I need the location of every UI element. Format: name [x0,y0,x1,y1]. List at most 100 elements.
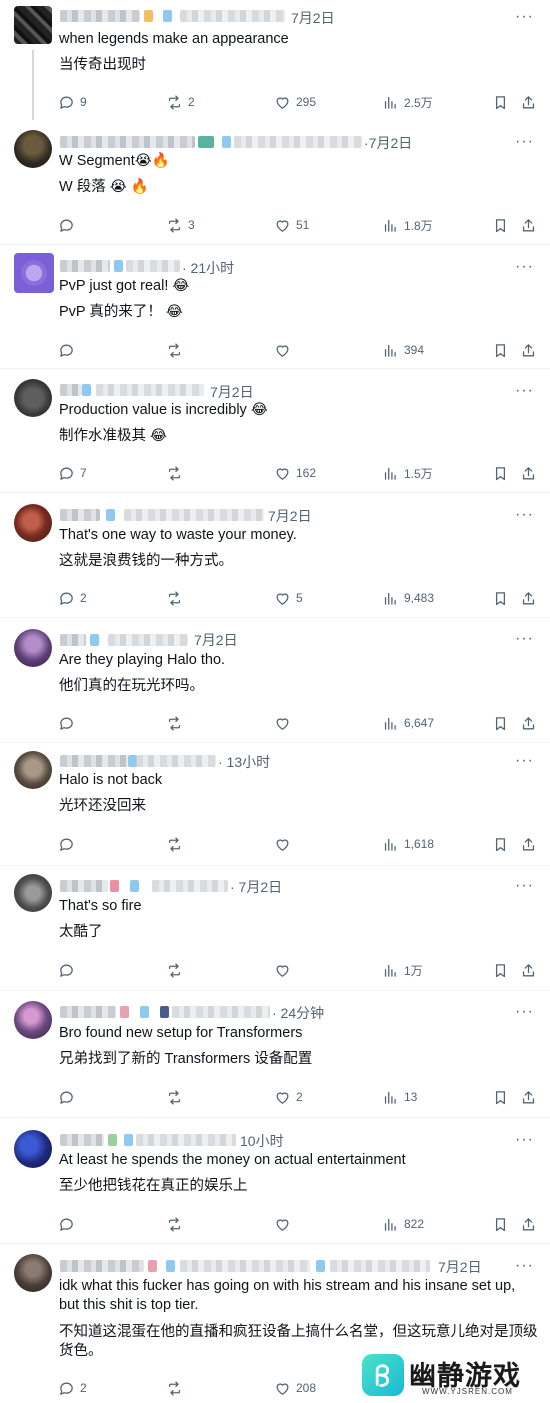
display-name[interactable] [60,880,108,892]
display-name[interactable] [60,509,100,521]
post-time[interactable]: · 21小时 [182,258,234,278]
views-button[interactable]: 2.5万 [382,92,433,112]
repost-button[interactable] [166,588,188,608]
bookmark-button[interactable] [492,834,509,854]
reply-button[interactable] [58,713,80,733]
repost-button[interactable] [166,1378,188,1398]
avatar[interactable] [14,379,52,417]
reply-item[interactable]: · 24分钟 ··· Bro found new setup for Trans… [0,991,550,1117]
more-icon[interactable]: ··· [515,1257,534,1275]
more-icon[interactable]: ··· [515,1131,534,1149]
reply-button[interactable]: 2 [58,588,87,608]
post-time[interactable]: ·7月2日 [364,133,412,153]
reply-button[interactable] [58,960,80,980]
more-icon[interactable]: ··· [515,258,534,276]
display-name[interactable] [60,260,110,272]
reply-item[interactable]: 7月2日 ··· That's one way to waste your mo… [0,493,550,617]
avatar[interactable] [14,6,52,44]
display-name[interactable] [60,1006,116,1018]
avatar[interactable] [14,874,52,912]
post-time[interactable]: 7月2日 [268,506,312,526]
share-button[interactable] [520,834,537,854]
more-icon[interactable]: ··· [515,630,534,648]
reply-item[interactable]: · 7月2日 ··· That's so fire 太酷了 1万 [0,866,550,990]
bookmark-button[interactable] [492,960,509,980]
like-button[interactable] [274,713,296,733]
reply-button[interactable]: 7 [58,463,87,483]
display-name[interactable] [60,1134,104,1146]
more-icon[interactable]: ··· [515,382,534,400]
repost-button[interactable] [166,713,188,733]
avatar[interactable] [14,130,52,168]
views-button[interactable]: 1.5万 [382,463,433,483]
like-button[interactable] [274,960,296,980]
views-button[interactable]: 1.8万 [382,215,433,235]
repost-button[interactable]: 3 [166,215,195,235]
post-time[interactable]: 7月2日 [291,8,335,28]
repost-button[interactable] [166,1087,188,1107]
post-time[interactable]: 10小时 [240,1131,284,1151]
avatar[interactable] [14,1130,52,1168]
display-name[interactable] [60,10,140,22]
avatar[interactable] [14,1254,52,1292]
reply-button[interactable] [58,340,80,360]
bookmark-button[interactable] [492,463,509,483]
views-button[interactable]: 1,618 [382,834,434,854]
share-button[interactable] [520,960,537,980]
post-time[interactable]: · 24分钟 [272,1003,324,1023]
reply-item[interactable]: · 13小时 ··· Halo is not back 光环还没回来 1,618 [0,743,550,865]
reply-button[interactable] [58,834,80,854]
like-button[interactable] [274,340,296,360]
reply-button[interactable] [58,1087,80,1107]
bookmark-button[interactable] [492,92,509,112]
post-time[interactable]: · 7月2日 [230,877,282,897]
like-button[interactable]: 162 [274,463,316,483]
bookmark-button[interactable] [492,1087,509,1107]
bookmark-button[interactable] [492,215,509,235]
repost-button[interactable] [166,463,188,483]
bookmark-button[interactable] [492,588,509,608]
more-icon[interactable]: ··· [515,877,534,895]
post-time[interactable]: 7月2日 [194,630,238,650]
avatar[interactable] [14,504,52,542]
like-button[interactable]: 51 [274,215,309,235]
reply-item[interactable]: 10小时 ··· At least he spends the money on… [0,1118,550,1243]
reply-item[interactable]: ·7月2日 ··· W Segment😭🔥 W 段落 😭 🔥 3 51 1.8万 [0,120,550,244]
views-button[interactable]: 6,647 [382,713,434,733]
repost-button[interactable] [166,340,188,360]
bookmark-button[interactable] [492,340,509,360]
repost-button[interactable]: 2 [166,92,195,112]
bookmark-button[interactable] [492,713,509,733]
avatar[interactable] [14,629,52,667]
like-button[interactable] [274,1214,296,1234]
share-button[interactable] [520,340,537,360]
like-button[interactable]: 5 [274,588,303,608]
share-button[interactable] [520,1087,537,1107]
avatar[interactable] [14,1001,52,1039]
more-icon[interactable]: ··· [515,8,534,26]
reply-button[interactable] [58,215,80,235]
views-button[interactable]: 13 [382,1087,417,1107]
display-name[interactable] [60,634,86,646]
more-icon[interactable]: ··· [515,133,534,151]
share-button[interactable] [520,463,537,483]
share-button[interactable] [520,92,537,112]
share-button[interactable] [520,713,537,733]
share-button[interactable] [520,215,537,235]
display-name[interactable] [60,384,82,396]
more-icon[interactable]: ··· [515,506,534,524]
bookmark-button[interactable] [492,1214,509,1234]
reply-button[interactable] [58,1214,80,1234]
reply-item[interactable]: 7月2日 ··· Production value is incredibly … [0,369,550,492]
display-name[interactable] [60,136,195,148]
repost-button[interactable] [166,834,188,854]
repost-button[interactable] [166,960,188,980]
views-button[interactable]: 9,483 [382,588,434,608]
like-button[interactable] [274,834,296,854]
share-button[interactable] [520,1214,537,1234]
views-button[interactable]: 394 [382,340,424,360]
reply-item[interactable]: 7月2日 ··· when legends make an appearance… [0,0,550,120]
post-time[interactable]: · 13小时 [218,752,270,772]
like-button[interactable]: 208 [274,1378,316,1398]
reply-item[interactable]: · 21小时 ··· PvP just got real! 😂 PvP 真的来了… [0,245,550,368]
